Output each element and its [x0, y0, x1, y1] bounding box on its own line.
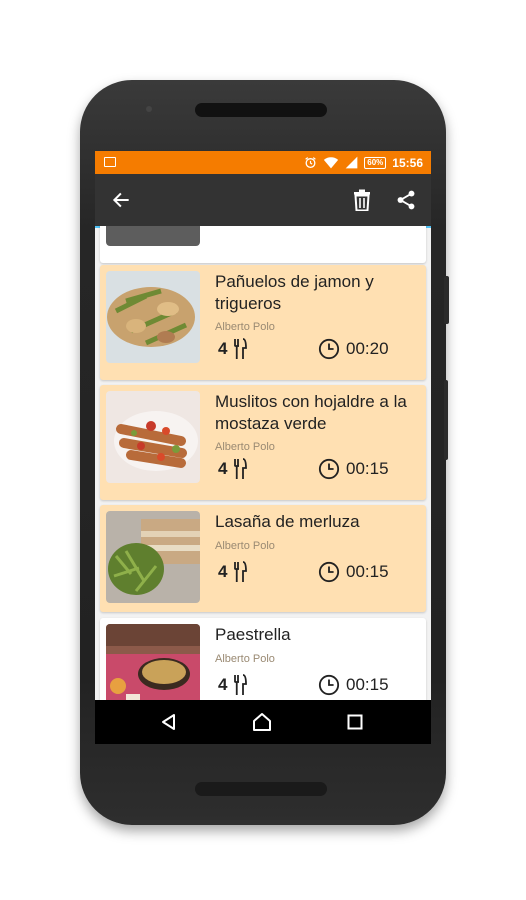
wifi-icon	[324, 157, 339, 169]
status-time: 15:56	[392, 155, 423, 170]
screen: 60% 15:56 Pañuelos de jamon y trigueros …	[95, 151, 431, 744]
recipe-card[interactable]: Pañuelos de jamon y trigueros Alberto Po…	[100, 265, 426, 380]
clock-icon	[318, 561, 340, 583]
servings: 4	[218, 674, 248, 696]
recipe-thumbnail	[106, 511, 200, 603]
recipe-title: Paestrella	[215, 625, 291, 644]
bottom-speaker	[195, 782, 327, 796]
recipe-title: Muslitos con hojaldre a la mostaza verde	[215, 392, 407, 433]
recipe-thumbnail	[106, 391, 200, 483]
servings-count: 4	[218, 675, 228, 694]
clock-icon	[318, 458, 340, 480]
recipe-thumbnail	[106, 624, 200, 700]
servings: 4	[218, 338, 248, 360]
status-bar: 60% 15:56	[95, 151, 431, 174]
recipe-card[interactable]: Muslitos con hojaldre a la mostaza verde…	[100, 385, 426, 500]
recipe-list[interactable]: Pañuelos de jamon y trigueros Alberto Po…	[95, 226, 431, 700]
status-icons: 60% 15:56	[304, 153, 423, 172]
volume-button	[444, 276, 449, 324]
servings-count: 4	[218, 459, 228, 478]
prep-time: 00:15	[318, 674, 389, 696]
recipe-author: Alberto Polo	[215, 321, 275, 333]
signal-icon	[345, 156, 358, 169]
trash-icon[interactable]	[349, 187, 375, 213]
time-value: 00:15	[346, 562, 389, 581]
recipe-card[interactable]: Lasaña de merluza Alberto Polo 4 00:15	[100, 505, 426, 612]
recipe-author: Alberto Polo	[215, 653, 275, 665]
home-icon[interactable]	[250, 710, 274, 734]
share-icon[interactable]	[393, 187, 419, 213]
clock-icon	[318, 338, 340, 360]
recipe-card[interactable]: Paestrella Alberto Polo 4 00:15	[100, 618, 426, 700]
battery-icon: 60%	[364, 156, 387, 169]
recipe-title: Lasaña de merluza	[215, 512, 360, 531]
recents-icon[interactable]	[343, 710, 367, 734]
image-icon	[104, 157, 116, 167]
time-value: 00:15	[346, 459, 389, 478]
servings: 4	[218, 458, 248, 480]
recipe-card-partial[interactable]	[100, 226, 426, 263]
prep-time: 00:20	[318, 338, 389, 360]
servings-count: 4	[218, 562, 228, 581]
servings-count: 4	[218, 339, 228, 358]
cutlery-icon	[234, 674, 248, 695]
servings: 4	[218, 561, 248, 583]
clock-icon	[318, 674, 340, 696]
recipe-author: Alberto Polo	[215, 540, 275, 552]
back-triangle-icon[interactable]	[157, 710, 181, 734]
back-arrow-icon[interactable]	[108, 187, 134, 213]
recipe-thumbnail	[106, 271, 200, 363]
cutlery-icon	[234, 561, 248, 582]
top-speaker	[195, 103, 327, 117]
time-value: 00:20	[346, 339, 389, 358]
cutlery-icon	[234, 458, 248, 479]
navigation-bar	[95, 700, 431, 744]
recipe-author: Alberto Polo	[215, 441, 275, 453]
prep-time: 00:15	[318, 458, 389, 480]
cutlery-icon	[234, 338, 248, 359]
recipe-thumbnail	[106, 226, 200, 246]
prep-time: 00:15	[318, 561, 389, 583]
power-button	[444, 380, 448, 460]
recipe-title: Pañuelos de jamon y trigueros	[215, 272, 374, 313]
time-value: 00:15	[346, 675, 389, 694]
alarm-icon	[305, 157, 317, 169]
front-camera	[146, 106, 152, 112]
toolbar	[95, 174, 431, 226]
battery-level: 60%	[367, 157, 384, 167]
